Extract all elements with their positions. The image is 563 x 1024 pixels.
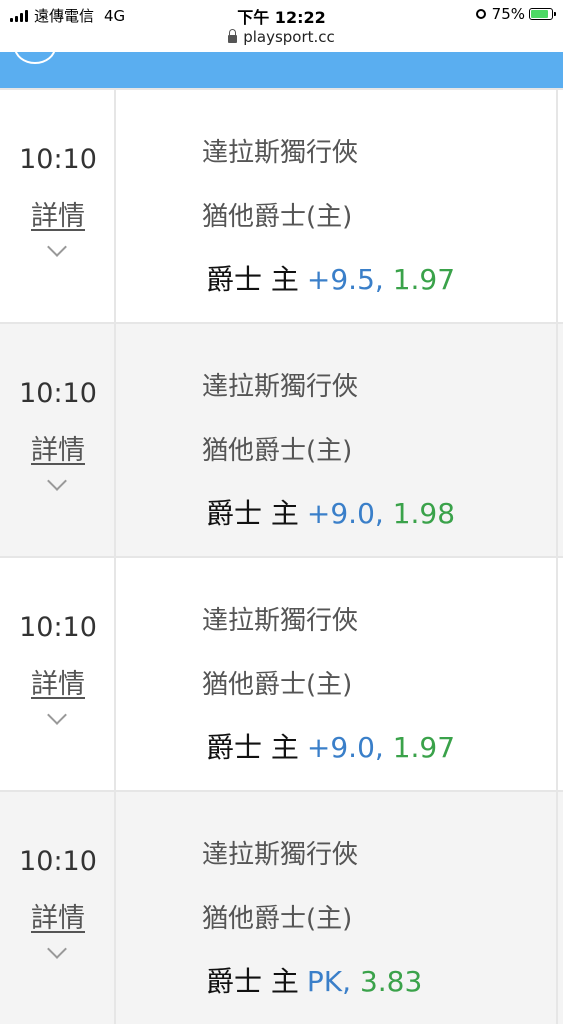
game-time: 10:10 (19, 144, 97, 175)
away-team: 達拉斯獨行俠 (202, 138, 359, 168)
detail-link[interactable]: 詳情 (0, 662, 116, 701)
away-team: 達拉斯獨行俠 (202, 372, 359, 402)
lock-icon (228, 29, 238, 43)
odds-value: 3.83 (359, 965, 423, 998)
chevron-down-icon[interactable] (47, 705, 67, 725)
alarm-icon (475, 9, 486, 19)
header-logo (14, 52, 56, 64)
game-info: 達拉斯獨行俠 猶他爵士(主) 爵士 主 +9.0, 1.98 (116, 324, 563, 556)
game-list: 10:10 詳情 達拉斯獨行俠 猶他爵士(主) 爵士 主 +9.5, 1.97 1… (0, 88, 563, 1024)
chevron-down-icon[interactable] (47, 471, 67, 491)
odds-value: 1.97 (392, 731, 456, 764)
home-team: 猶他爵士(主) (202, 904, 353, 934)
pick-line: 爵士 主 PK, 3.83 (206, 965, 423, 998)
spread-value: +9.5 (306, 263, 375, 296)
odds-value: 1.97 (392, 263, 456, 296)
pick-team: 爵士 主 (206, 965, 299, 998)
game-time: 10:10 (19, 846, 97, 877)
spread-value: PK (306, 965, 343, 998)
address-bar[interactable]: playsport.cc (0, 28, 563, 46)
status-right: 75% (475, 5, 556, 23)
spread-value: +9.0 (306, 497, 375, 530)
spread-value: +9.0 (306, 731, 375, 764)
page-header-bar (0, 52, 563, 88)
battery-percent: 75% (491, 5, 525, 23)
detail-link[interactable]: 詳情 (0, 428, 116, 467)
game-info: 達拉斯獨行俠 猶他爵士(主) 爵士 主 +9.0, 1.97 (116, 558, 563, 790)
game-time: 10:10 (19, 378, 97, 409)
chevron-down-icon[interactable] (47, 939, 67, 959)
time-column: 10:10 詳情 (0, 90, 116, 322)
game-row: 10:10 詳情 達拉斯獨行俠 猶他爵士(主) 爵士 主 +9.5, 1.97 (0, 88, 563, 322)
game-info: 達拉斯獨行俠 猶他爵士(主) 爵士 主 +9.5, 1.97 (116, 90, 563, 322)
home-team: 猶他爵士(主) (202, 670, 353, 700)
away-team: 達拉斯獨行俠 (202, 606, 359, 636)
pick-line: 爵士 主 +9.5, 1.97 (206, 263, 456, 296)
home-team: 猶他爵士(主) (202, 202, 353, 232)
game-info: 達拉斯獨行俠 猶他爵士(主) 爵士 主 PK, 3.83 (116, 792, 563, 1024)
home-team: 猶他爵士(主) (202, 436, 353, 466)
time-column: 10:10 詳情 (0, 324, 116, 556)
away-team: 達拉斯獨行俠 (202, 840, 359, 870)
game-row: 10:10 詳情 達拉斯獨行俠 猶他爵士(主) 爵士 主 +9.0, 1.97 (0, 556, 563, 790)
battery-icon (529, 8, 556, 20)
odds-value: 1.98 (392, 497, 456, 530)
chevron-down-icon[interactable] (47, 237, 67, 257)
pick-team: 爵士 主 (206, 731, 299, 764)
time-column: 10:10 詳情 (0, 792, 116, 1024)
status-bar: 遠傳電信 4G 下午 12:22 playsport.cc 75% (0, 0, 563, 52)
pick-team: 爵士 主 (206, 263, 299, 296)
game-time: 10:10 (19, 612, 97, 643)
game-row: 10:10 詳情 達拉斯獨行俠 猶他爵士(主) 爵士 主 +9.0, 1.98 (0, 322, 563, 556)
time-column: 10:10 詳情 (0, 558, 116, 790)
pick-team: 爵士 主 (206, 497, 299, 530)
detail-link[interactable]: 詳情 (0, 896, 116, 935)
url-text: playsport.cc (243, 28, 335, 46)
pick-line: 爵士 主 +9.0, 1.97 (206, 731, 456, 764)
pick-line: 爵士 主 +9.0, 1.98 (206, 497, 456, 530)
detail-link[interactable]: 詳情 (0, 194, 116, 233)
game-row: 10:10 詳情 達拉斯獨行俠 猶他爵士(主) 爵士 主 PK, 3.83 (0, 790, 563, 1024)
